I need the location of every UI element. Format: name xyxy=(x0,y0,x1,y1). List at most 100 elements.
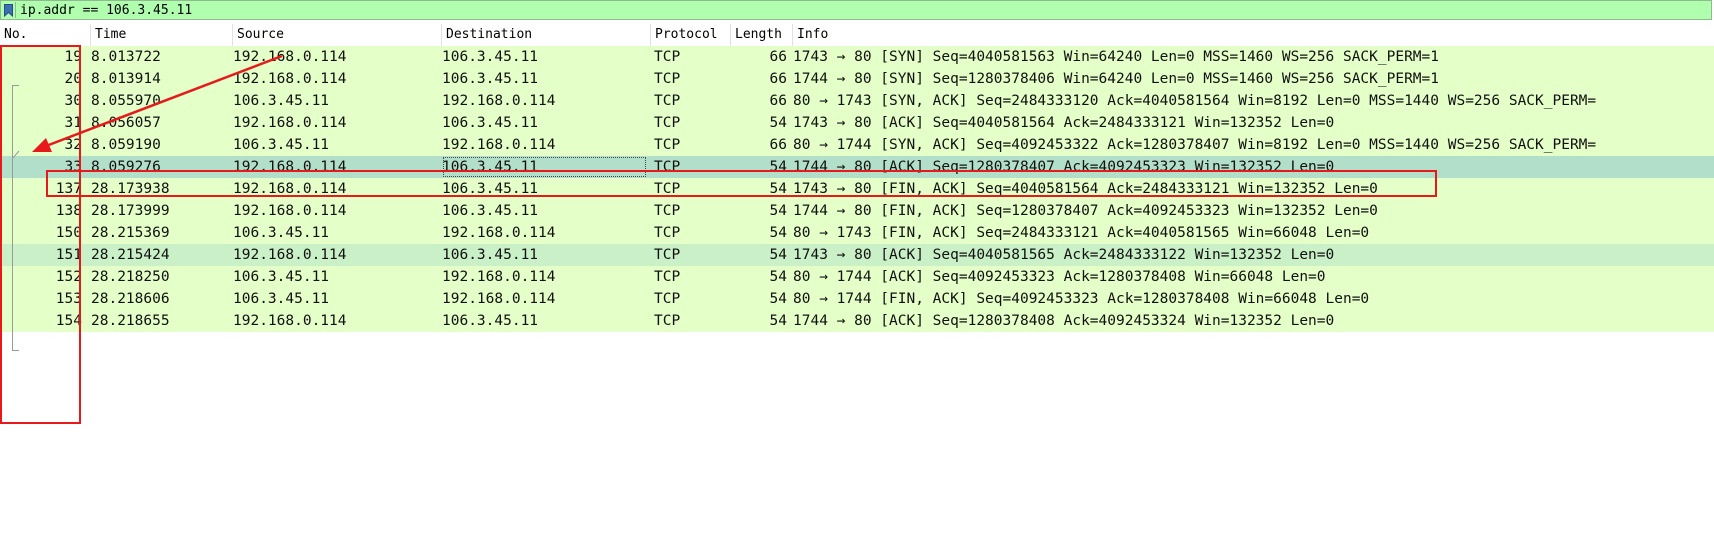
packet-row[interactable]: 138 28.173999 192.168.0.114 106.3.45.11 … xyxy=(0,200,1714,222)
packet-length: 54 xyxy=(769,313,787,329)
packet-number: 19 xyxy=(64,49,82,65)
packet-row[interactable]: 32 8.059190 106.3.45.11 192.168.0.114 TC… xyxy=(0,134,1714,156)
packet-info: 1744 → 80 [ACK] Seq=1280378407 Ack=40924… xyxy=(793,159,1335,175)
column-header-no[interactable]: No. xyxy=(0,24,91,46)
packet-source: 192.168.0.114 xyxy=(233,71,347,87)
packet-info: 80 → 1743 [FIN, ACK] Seq=2484333121 Ack=… xyxy=(793,225,1370,241)
packet-destination: 192.168.0.114 xyxy=(442,291,556,307)
packet-protocol: TCP xyxy=(654,269,681,285)
packet-row-selected[interactable]: 33 8.059276 192.168.0.114 106.3.45.11 TC… xyxy=(0,156,1714,178)
packet-length: 66 xyxy=(769,137,787,153)
packet-time: 8.059276 xyxy=(91,159,161,175)
packet-destination: 106.3.45.11 xyxy=(442,71,539,87)
packet-protocol: TCP xyxy=(654,203,681,219)
packet-number: 150 xyxy=(55,225,82,241)
packet-info: 1743 → 80 [SYN] Seq=4040581563 Win=64240… xyxy=(793,49,1440,65)
packet-length: 54 xyxy=(769,203,787,219)
column-header-length[interactable]: Length xyxy=(731,24,793,46)
packet-length: 54 xyxy=(769,115,787,131)
packet-destination: 192.168.0.114 xyxy=(442,225,556,241)
column-header-destination[interactable]: Destination xyxy=(442,24,651,46)
packet-row[interactable]: 137 28.173938 192.168.0.114 106.3.45.11 … xyxy=(0,178,1714,200)
packet-destination: 192.168.0.114 xyxy=(442,137,556,153)
packet-protocol: TCP xyxy=(654,115,681,131)
bookmark-icon[interactable] xyxy=(2,2,16,18)
packet-info: 1743 → 80 [ACK] Seq=4040581565 Ack=24843… xyxy=(793,247,1335,263)
packet-protocol: TCP xyxy=(654,225,681,241)
column-header-protocol[interactable]: Protocol xyxy=(651,24,731,46)
packet-source: 192.168.0.114 xyxy=(233,313,347,329)
column-header-source[interactable]: Source xyxy=(233,24,442,46)
packet-length: 54 xyxy=(769,291,787,307)
packet-info: 80 → 1744 [SYN, ACK] Seq=4092453322 Ack=… xyxy=(793,137,1597,153)
packet-number: 151 xyxy=(55,247,82,263)
packet-info: 1744 → 80 [SYN] Seq=1280378406 Win=64240… xyxy=(793,71,1440,87)
packet-protocol: TCP xyxy=(654,137,681,153)
packet-row[interactable]: 154 28.218655 192.168.0.114 106.3.45.11 … xyxy=(0,310,1714,332)
packet-length: 66 xyxy=(769,49,787,65)
packet-row[interactable]: 152 28.218250 106.3.45.11 192.168.0.114 … xyxy=(0,266,1714,288)
packet-time: 8.013722 xyxy=(91,49,161,65)
packet-length: 54 xyxy=(769,159,787,175)
packet-row[interactable]: 20 8.013914 192.168.0.114 106.3.45.11 TC… xyxy=(0,68,1714,90)
packet-time: 8.013914 xyxy=(91,71,161,87)
packet-source: 192.168.0.114 xyxy=(233,159,347,175)
packet-destination: 192.168.0.114 xyxy=(442,93,556,109)
display-filter-input[interactable] xyxy=(20,1,1620,19)
packet-destination: 106.3.45.11 xyxy=(442,203,539,219)
packet-source: 106.3.45.11 xyxy=(233,269,330,285)
packet-time: 28.218250 xyxy=(91,269,170,285)
packet-time: 28.215369 xyxy=(91,225,170,241)
column-header-info[interactable]: Info xyxy=(793,24,1714,46)
packet-source: 106.3.45.11 xyxy=(233,137,330,153)
packet-protocol: TCP xyxy=(654,49,681,65)
packet-source: 192.168.0.114 xyxy=(233,49,347,65)
packet-source: 192.168.0.114 xyxy=(233,115,347,131)
packet-row[interactable]: 153 28.218606 106.3.45.11 192.168.0.114 … xyxy=(0,288,1714,310)
packet-source: 192.168.0.114 xyxy=(233,181,347,197)
packet-destination: 106.3.45.11 xyxy=(442,156,647,178)
packet-time: 28.218655 xyxy=(91,313,170,329)
packet-length: 54 xyxy=(769,225,787,241)
packet-row[interactable]: 30 8.055970 106.3.45.11 192.168.0.114 TC… xyxy=(0,90,1714,112)
packet-time: 8.059190 xyxy=(91,137,161,153)
packet-info: 1743 → 80 [FIN, ACK] Seq=4040581564 Ack=… xyxy=(793,181,1378,197)
packet-length: 54 xyxy=(769,181,787,197)
packet-length: 66 xyxy=(769,93,787,109)
packet-time: 8.055970 xyxy=(91,93,161,109)
packet-row[interactable]: 19 8.013722 192.168.0.114 106.3.45.11 TC… xyxy=(0,46,1714,68)
column-header-time[interactable]: Time xyxy=(91,24,233,46)
packet-length: 54 xyxy=(769,247,787,263)
packet-time: 28.215424 xyxy=(91,247,170,263)
packet-number: 152 xyxy=(55,269,82,285)
packet-time: 28.173938 xyxy=(91,181,170,197)
packet-protocol: TCP xyxy=(654,247,681,263)
packet-destination: 106.3.45.11 xyxy=(442,115,539,131)
packet-source: 106.3.45.11 xyxy=(233,93,330,109)
packet-protocol: TCP xyxy=(654,93,681,109)
packet-list-header: No. Time Source Destination Protocol Len… xyxy=(0,24,1714,47)
packet-info: 1743 → 80 [ACK] Seq=4040581564 Ack=24843… xyxy=(793,115,1335,131)
packet-number: 30 xyxy=(64,93,82,109)
packet-protocol: TCP xyxy=(654,71,681,87)
packet-destination: 106.3.45.11 xyxy=(442,181,539,197)
packet-number: 154 xyxy=(55,313,82,329)
packet-row[interactable]: 151 28.215424 192.168.0.114 106.3.45.11 … xyxy=(0,244,1714,266)
packet-info: 1744 → 80 [FIN, ACK] Seq=1280378407 Ack=… xyxy=(793,203,1378,219)
packet-length: 66 xyxy=(769,71,787,87)
packet-destination: 106.3.45.11 xyxy=(442,313,539,329)
packet-source: 192.168.0.114 xyxy=(233,247,347,263)
packet-row[interactable]: 31 8.056057 192.168.0.114 106.3.45.11 TC… xyxy=(0,112,1714,134)
packet-info: 80 → 1744 [ACK] Seq=4092453323 Ack=12803… xyxy=(793,269,1326,285)
packet-source: 106.3.45.11 xyxy=(233,225,330,241)
packet-source: 106.3.45.11 xyxy=(233,291,330,307)
packet-time: 28.173999 xyxy=(91,203,170,219)
packet-row[interactable]: 150 28.215369 106.3.45.11 192.168.0.114 … xyxy=(0,222,1714,244)
packet-destination: 192.168.0.114 xyxy=(442,269,556,285)
packet-length: 54 xyxy=(769,269,787,285)
packet-number: 137 xyxy=(55,181,82,197)
packet-source: 192.168.0.114 xyxy=(233,203,347,219)
packet-protocol: TCP xyxy=(654,313,681,329)
packet-info: 80 → 1744 [FIN, ACK] Seq=4092453323 Ack=… xyxy=(793,291,1370,307)
display-filter-bar xyxy=(0,0,1712,20)
